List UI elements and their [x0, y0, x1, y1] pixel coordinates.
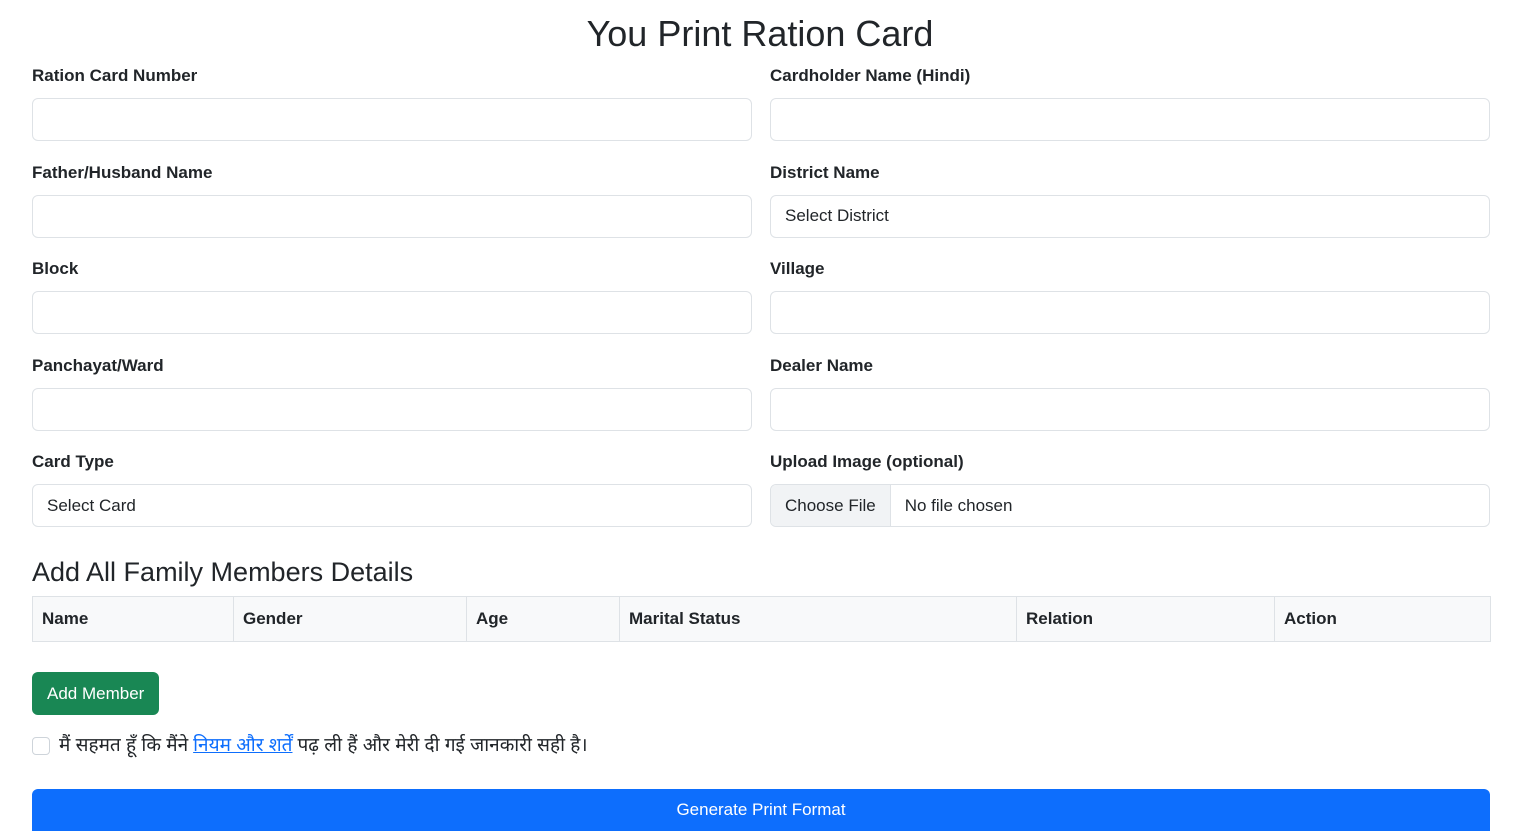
dealer-name-input[interactable]	[770, 387, 1490, 431]
cardholder-name-label: Cardholder Name (Hindi)	[770, 66, 971, 85]
column-header-relation: Relation	[1016, 596, 1275, 642]
card-type-label: Card Type	[32, 452, 114, 472]
column-header-gender: Gender	[233, 596, 467, 642]
panchayat-ward-input[interactable]	[32, 387, 752, 431]
father-husband-name-label: Father/Husband Name	[32, 162, 213, 182]
district-name-label: District Name	[770, 162, 880, 182]
father-husband-name-group: Father/Husband Name	[32, 159, 752, 256]
terms-checkbox[interactable]	[32, 737, 50, 755]
upload-image-group: Upload Image (optional) Choose File No f…	[770, 448, 1490, 545]
terms-text-after: पढ़ ली हैं और मेरी दी गई जानकारी सही है।	[297, 735, 588, 756]
district-select[interactable]: Select District	[770, 194, 1490, 238]
dealer-name-label: Dealer Name	[770, 355, 874, 375]
panchayat-ward-label: Panchayat/Ward	[32, 355, 164, 375]
form-grid: Ration Card Number Cardholder Name (Hind…	[32, 62, 1490, 545]
column-header-age: Age	[466, 596, 620, 642]
village-group: Village	[770, 255, 1490, 352]
generate-print-format-button[interactable]: Generate Print Format	[32, 789, 1490, 831]
column-header-action: Action	[1274, 596, 1491, 642]
ration-card-number-label: Ration Card Number	[32, 66, 198, 85]
terms-agreement: मैं सहमत हूँ कि मैंने नियम और शर्तें पढ़…	[32, 733, 588, 759]
district-select-value: Select District	[785, 206, 889, 226]
page-title: You Print Ration Card	[586, 13, 934, 54]
card-type-select-value: Select Card	[47, 495, 136, 515]
choose-file-button[interactable]: Choose File	[771, 485, 891, 527]
file-status-text: No file chosen	[904, 495, 1013, 515]
terms-text-before: मैं सहमत हूँ कि मैंने	[59, 735, 189, 756]
upload-image-label: Upload Image (optional)	[770, 452, 964, 472]
ration-card-form-page: You Print Ration Card Ration Card Number…	[0, 0, 1530, 831]
ration-card-number-group: Ration Card Number	[32, 62, 752, 159]
village-input[interactable]	[770, 291, 1490, 335]
cardholder-name-input[interactable]	[770, 98, 1490, 141]
panchayat-ward-group: Panchayat/Ward	[32, 352, 752, 449]
block-input[interactable]	[32, 291, 752, 335]
add-member-button[interactable]: Add Member	[32, 672, 160, 715]
card-type-select[interactable]: Select Card	[32, 484, 752, 528]
ration-card-number-input[interactable]	[32, 98, 752, 141]
district-name-group: District Name Select District	[770, 159, 1490, 256]
table-header-row: Name Gender Age Marital Status Relation …	[32, 596, 1491, 642]
family-members-table: Name Gender Age Marital Status Relation …	[32, 596, 1491, 642]
card-type-group: Card Type Select Card	[32, 448, 752, 545]
terms-link[interactable]: नियम और शर्तें	[193, 733, 292, 759]
block-label: Block	[32, 259, 79, 279]
cardholder-name-group: Cardholder Name (Hindi)	[770, 62, 1490, 159]
upload-image-input[interactable]: Choose File No file chosen	[770, 484, 1490, 528]
dealer-name-group: Dealer Name	[770, 352, 1490, 449]
block-group: Block	[32, 255, 752, 352]
column-header-name: Name	[32, 596, 234, 642]
village-label: Village	[770, 259, 825, 279]
father-husband-name-input[interactable]	[32, 194, 752, 238]
column-header-marital-status: Marital Status	[619, 596, 1017, 642]
family-members-heading: Add All Family Members Details	[32, 557, 414, 587]
